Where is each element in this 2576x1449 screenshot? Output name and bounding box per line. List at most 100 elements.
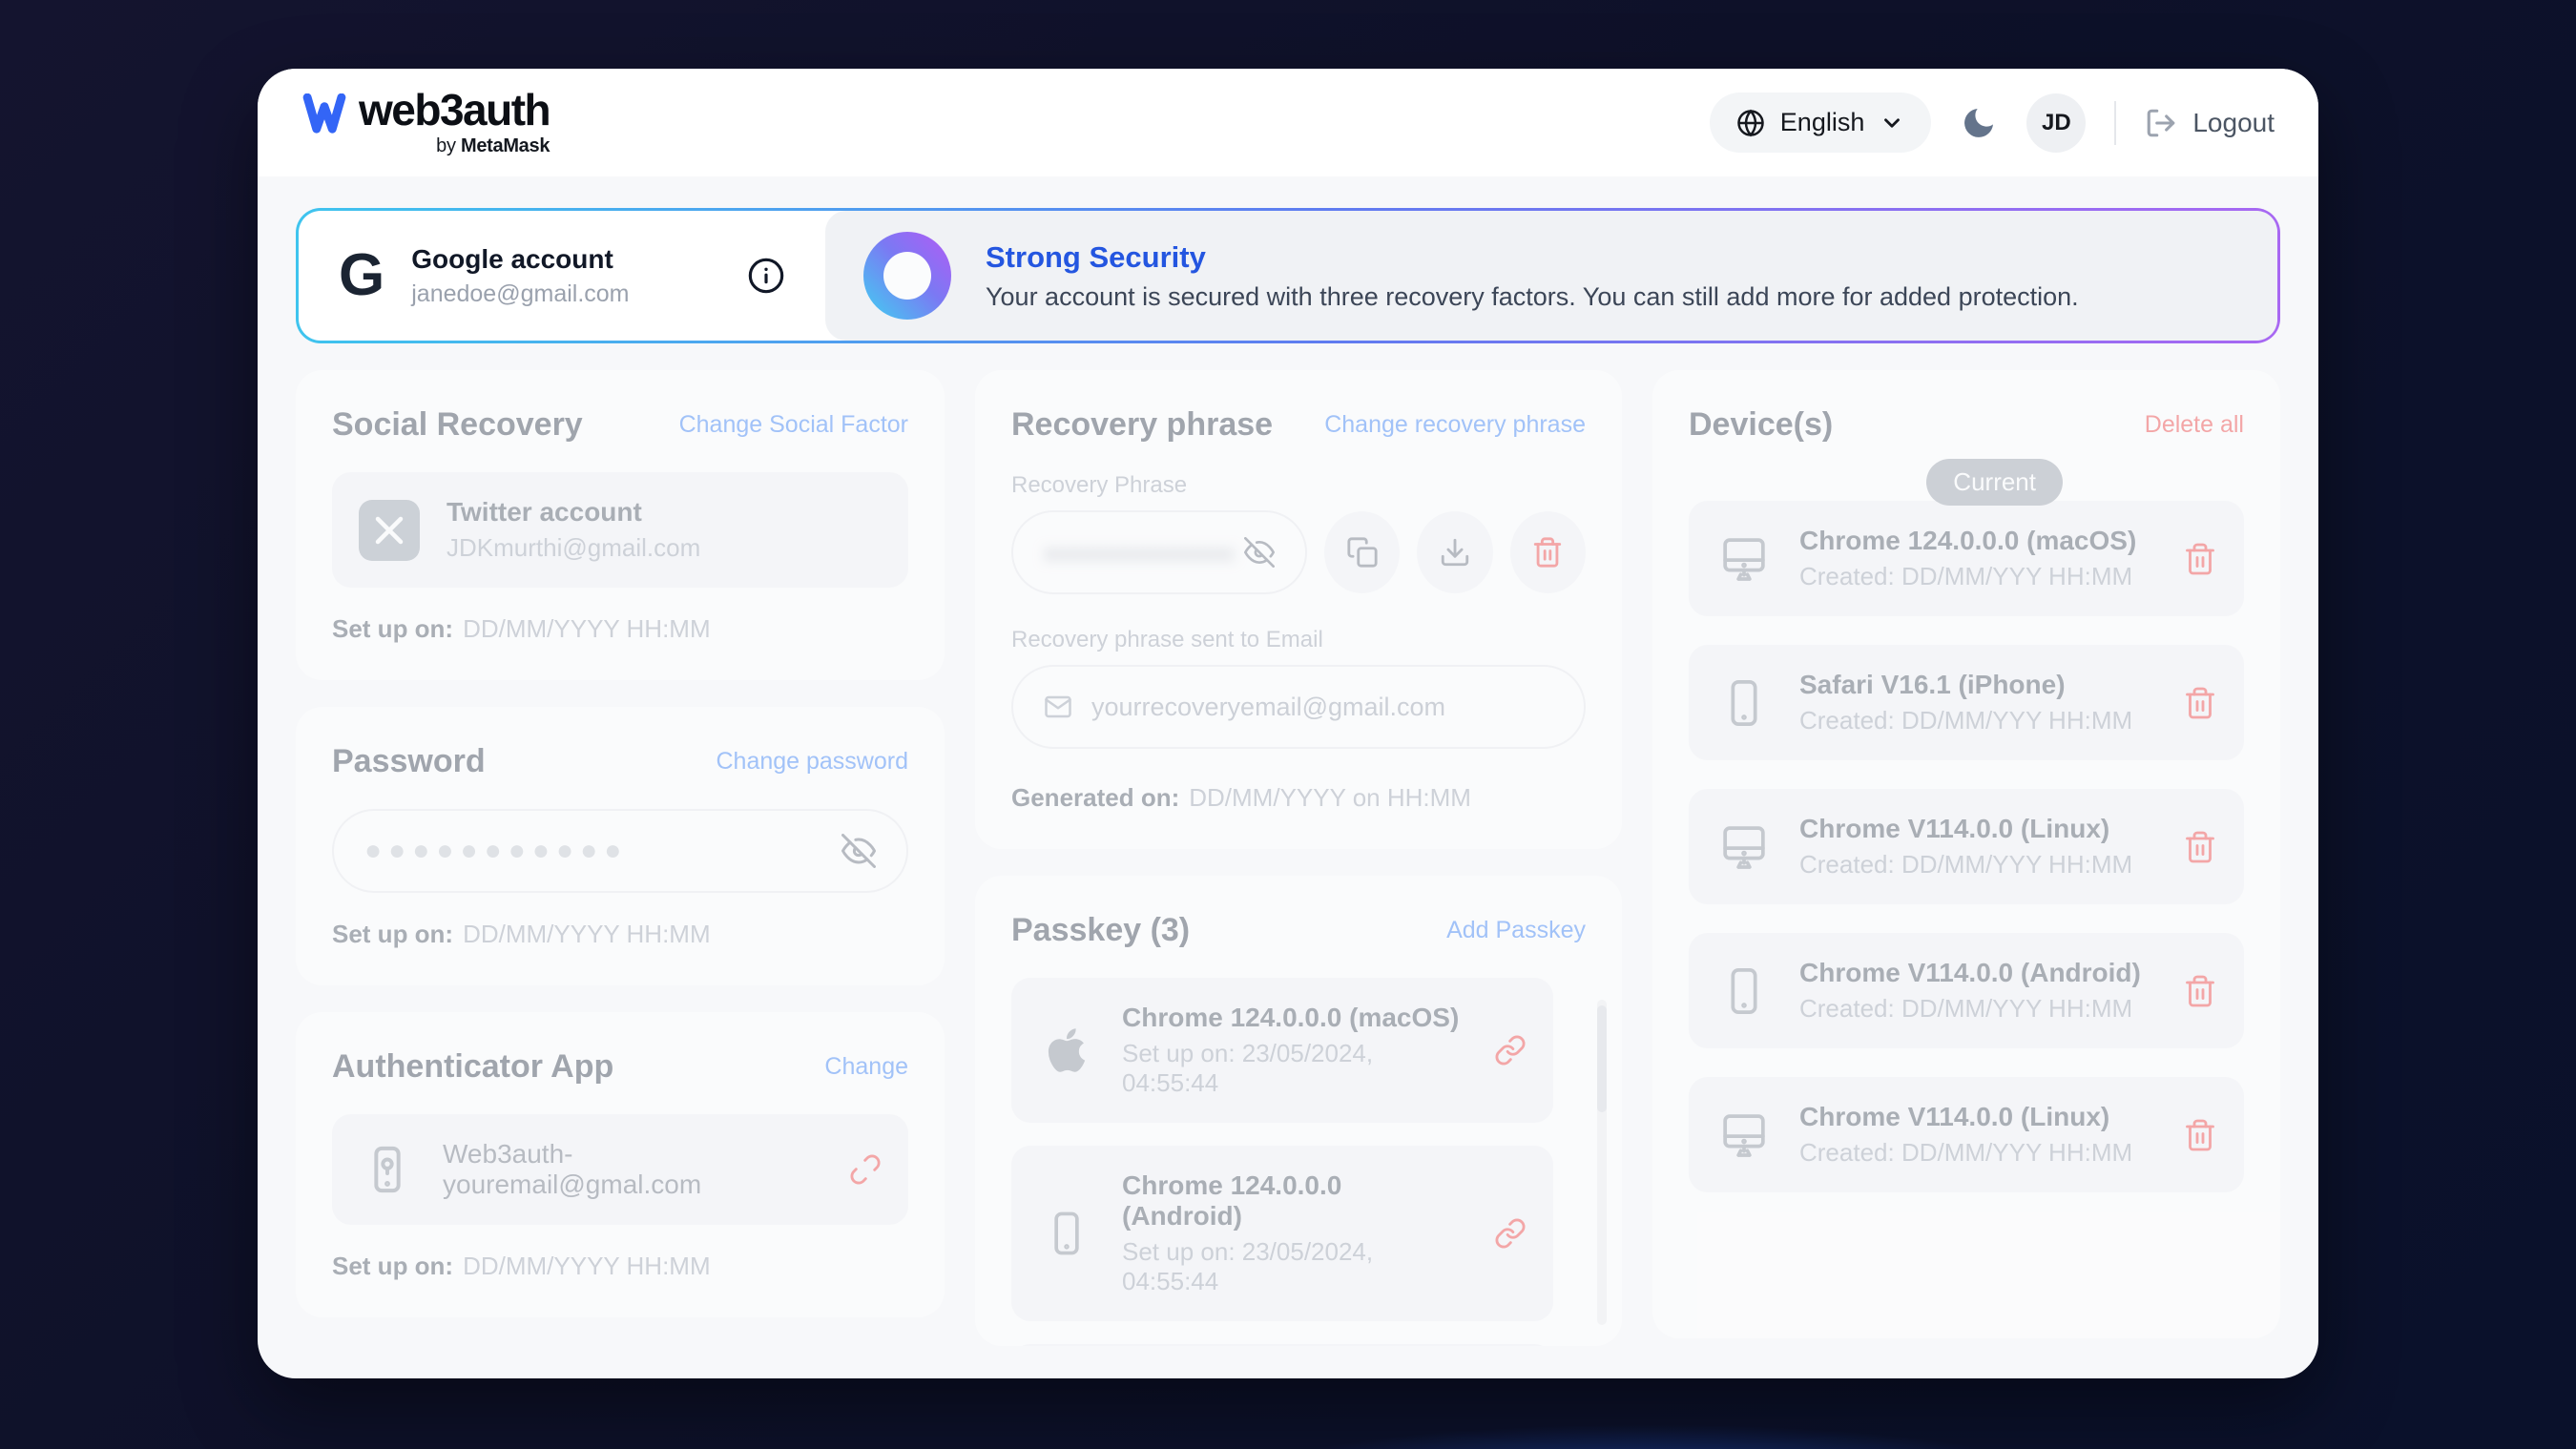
current-device-badge: Current xyxy=(1926,459,2063,506)
delete-phrase-button[interactable] xyxy=(1510,511,1586,593)
security-level-description: Your account is secured with three recov… xyxy=(986,282,2079,312)
desktop-icon xyxy=(1715,1108,1773,1162)
device-name: Chrome 124.0.0.0 (macOS) xyxy=(1799,526,2136,556)
desktop-icon xyxy=(1715,532,1773,586)
device-row: Chrome V114.0.0 (Linux) Created: DD/MM/Y… xyxy=(1689,789,2244,904)
google-icon: G xyxy=(339,246,384,305)
device-name: Chrome V114.0.0 (Linux) xyxy=(1799,1102,2132,1132)
trash-icon[interactable] xyxy=(2183,686,2217,720)
link-icon[interactable] xyxy=(1494,1217,1527,1250)
authenticator-phone-icon xyxy=(359,1143,416,1196)
authenticator-setup-date: Set up on:DD/MM/YYYY HH:MM xyxy=(332,1252,908,1281)
recovery-phrase-masked: xxxxxxxxxxxxxxxx xyxy=(1044,538,1235,568)
delete-all-link[interactable]: Delete all xyxy=(2145,411,2244,439)
passkey-name: Chrome 124.0.0.0 (macOS) xyxy=(1122,1003,1467,1033)
recovery-phrase-label: Recovery Phrase xyxy=(1011,472,1586,499)
trash-icon[interactable] xyxy=(2183,974,2217,1008)
smartphone-icon xyxy=(1038,1209,1095,1258)
main-panel: web3auth by MetaMask English xyxy=(258,69,2318,1378)
dark-mode-moon-icon[interactable] xyxy=(1960,104,1998,142)
language-selector[interactable]: English xyxy=(1710,93,1932,153)
recovery-email-value: yourrecoveryemail@gmail.com xyxy=(1091,693,1445,722)
device-name: Safari V16.1 (iPhone) xyxy=(1799,670,2132,700)
change-authenticator-link[interactable]: Change xyxy=(824,1053,908,1081)
scrollbar-thumb[interactable] xyxy=(1597,1005,1607,1112)
logout-button[interactable]: Logout xyxy=(2145,107,2275,139)
user-avatar[interactable]: JD xyxy=(2026,93,2086,153)
passkey-row: Chrome 124.0.0.0 (macOS) Set up on: 23/0… xyxy=(1011,978,1553,1123)
eye-off-icon[interactable] xyxy=(841,834,876,868)
logout-label: Logout xyxy=(2192,108,2275,138)
authenticator-card: Authenticator App Change Web3auth-yourem… xyxy=(296,1012,945,1317)
generated-on: Generated on:DD/MM/YYYY on HH:MM xyxy=(1011,783,1586,813)
add-passkey-link[interactable]: Add Passkey xyxy=(1446,917,1586,944)
copy-phrase-button[interactable] xyxy=(1324,511,1400,593)
password-field[interactable]: ●●●●●●●●●●● xyxy=(332,809,908,893)
passkey-scrollbar[interactable] xyxy=(1597,1000,1607,1325)
account-email: janedoe@gmail.com xyxy=(411,280,629,308)
web3auth-logo: web3auth by MetaMask xyxy=(301,88,550,157)
change-password-link[interactable]: Change password xyxy=(716,748,908,776)
recovery-email-field[interactable]: yourrecoveryemail@gmail.com xyxy=(1011,665,1586,749)
social-recovery-title: Social Recovery xyxy=(332,406,583,444)
link-icon[interactable] xyxy=(1494,1034,1527,1066)
password-masked-value: ●●●●●●●●●●● xyxy=(364,835,841,867)
trash-icon[interactable] xyxy=(2183,830,2217,864)
password-title: Password xyxy=(332,743,486,780)
security-ring-icon xyxy=(863,232,951,320)
eye-off-icon[interactable] xyxy=(1244,537,1275,568)
change-social-factor-link[interactable]: Change Social Factor xyxy=(679,411,908,439)
twitter-account-title: Twitter account xyxy=(447,497,700,528)
logout-icon xyxy=(2145,107,2177,139)
password-setup-date: Set up on:DD/MM/YYYY HH:MM xyxy=(332,920,908,949)
header-divider xyxy=(2114,101,2116,145)
passkey-row: Rome 24.456.355.98 xyxy=(1011,1344,1553,1346)
security-status: Strong Security Your account is secured … xyxy=(825,211,2277,341)
passkey-card: Passkey (3) Add Passkey Chrome 124.0.0.0… xyxy=(975,876,1622,1346)
security-level-title: Strong Security xyxy=(986,240,2079,275)
devices-card: Device(s) Delete all Current Chrome xyxy=(1652,370,2280,1338)
device-created: Created: DD/MM/YYY HH:MM xyxy=(1799,1138,2132,1168)
twitter-account-row: Twitter account JDKmurthi@gmail.com xyxy=(332,472,908,588)
social-setup-date: Set up on:DD/MM/YYYY HH:MM xyxy=(332,614,908,644)
trash-icon[interactable] xyxy=(2183,1118,2217,1152)
unlink-icon[interactable] xyxy=(849,1153,882,1186)
envelope-icon xyxy=(1044,693,1072,721)
language-label: English xyxy=(1780,108,1865,137)
device-row: Chrome 124.0.0.0 (macOS) Created: DD/MM/… xyxy=(1689,501,2244,616)
brand-byline: by MetaMask xyxy=(359,135,550,157)
device-created: Created: DD/MM/YYY HH:MM xyxy=(1799,850,2132,880)
authenticator-account: Web3auth-youremail@gmal.com xyxy=(443,1139,822,1200)
download-icon xyxy=(1439,536,1471,569)
trash-icon[interactable] xyxy=(2183,542,2217,576)
authenticator-row: Web3auth-youremail@gmal.com xyxy=(332,1114,908,1225)
connected-account: G Google account janedoe@gmail.com xyxy=(299,211,825,341)
apple-icon xyxy=(1038,1025,1095,1075)
device-created: Created: DD/MM/YYY HH:MM xyxy=(1799,562,2136,591)
passkey-setup: Set up on: 23/05/2024, 04:55:44 xyxy=(1122,1039,1467,1098)
recovery-phrase-title: Recovery phrase xyxy=(1011,406,1273,444)
header: web3auth by MetaMask English xyxy=(258,69,2318,176)
info-icon[interactable] xyxy=(747,257,785,295)
device-created: Created: DD/MM/YYY HH:MM xyxy=(1799,706,2132,735)
security-banner: G Google account janedoe@gmail.com Stron… xyxy=(296,208,2280,343)
x-twitter-icon xyxy=(359,500,420,561)
social-recovery-card: Social Recovery Change Social Factor Twi… xyxy=(296,370,945,680)
web3auth-w-icon xyxy=(301,88,347,135)
change-recovery-phrase-link[interactable]: Change recovery phrase xyxy=(1324,411,1586,439)
recovery-email-label: Recovery phrase sent to Email xyxy=(1011,627,1586,653)
device-created: Created: DD/MM/YYY HH:MM xyxy=(1799,994,2141,1024)
download-phrase-button[interactable] xyxy=(1417,511,1492,593)
globe-icon xyxy=(1736,109,1765,137)
recovery-phrase-field[interactable]: xxxxxxxxxxxxxxxx xyxy=(1011,510,1307,594)
copy-icon xyxy=(1346,536,1379,569)
passkey-setup: Set up on: 23/05/2024, 04:55:44 xyxy=(1122,1237,1467,1296)
passkey-name: Chrome 124.0.0.0 (Android) xyxy=(1122,1170,1467,1232)
device-name: Chrome V114.0.0 (Android) xyxy=(1799,958,2141,988)
smartphone-icon xyxy=(1715,676,1773,730)
trash-icon xyxy=(1531,536,1564,569)
device-name: Chrome V114.0.0 (Linux) xyxy=(1799,814,2132,844)
factors-grid: Social Recovery Change Social Factor Twi… xyxy=(296,370,2280,1346)
brand-name: web3auth xyxy=(359,88,550,132)
passkey-title: Passkey (3) xyxy=(1011,912,1190,949)
